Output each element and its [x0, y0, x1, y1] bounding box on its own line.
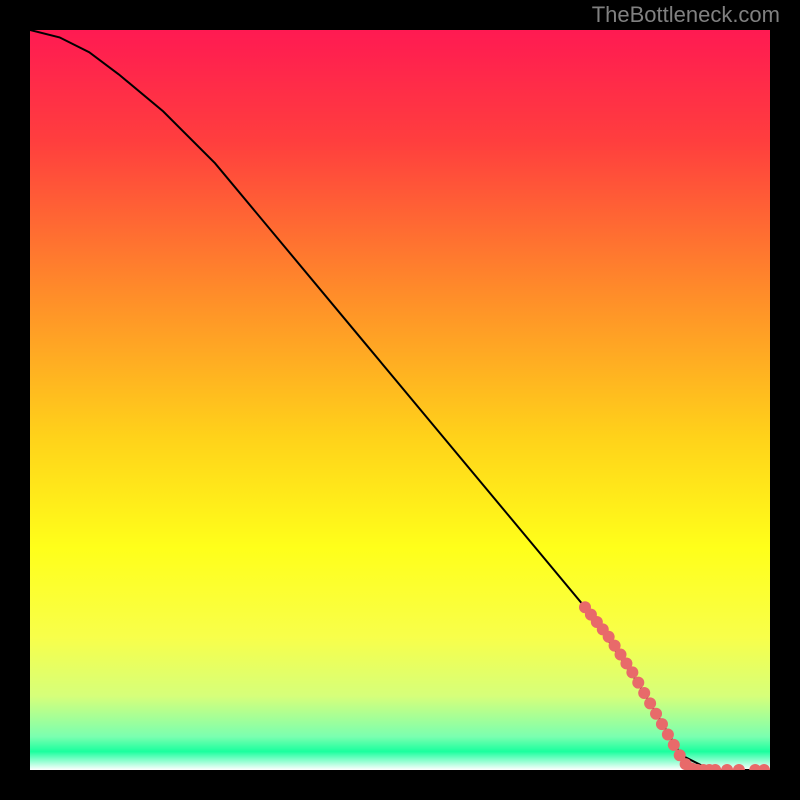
gradient-bg [30, 30, 770, 770]
highlight-point [650, 708, 662, 720]
watermark-text: TheBottleneck.com [592, 2, 780, 28]
highlight-point [668, 739, 680, 751]
plot-area [30, 30, 770, 770]
highlight-point [638, 687, 650, 699]
highlight-point [644, 697, 656, 709]
chart-svg [30, 30, 770, 770]
highlight-point [632, 677, 644, 689]
highlight-point [662, 728, 674, 740]
highlight-point [626, 666, 638, 678]
highlight-point [656, 718, 668, 730]
